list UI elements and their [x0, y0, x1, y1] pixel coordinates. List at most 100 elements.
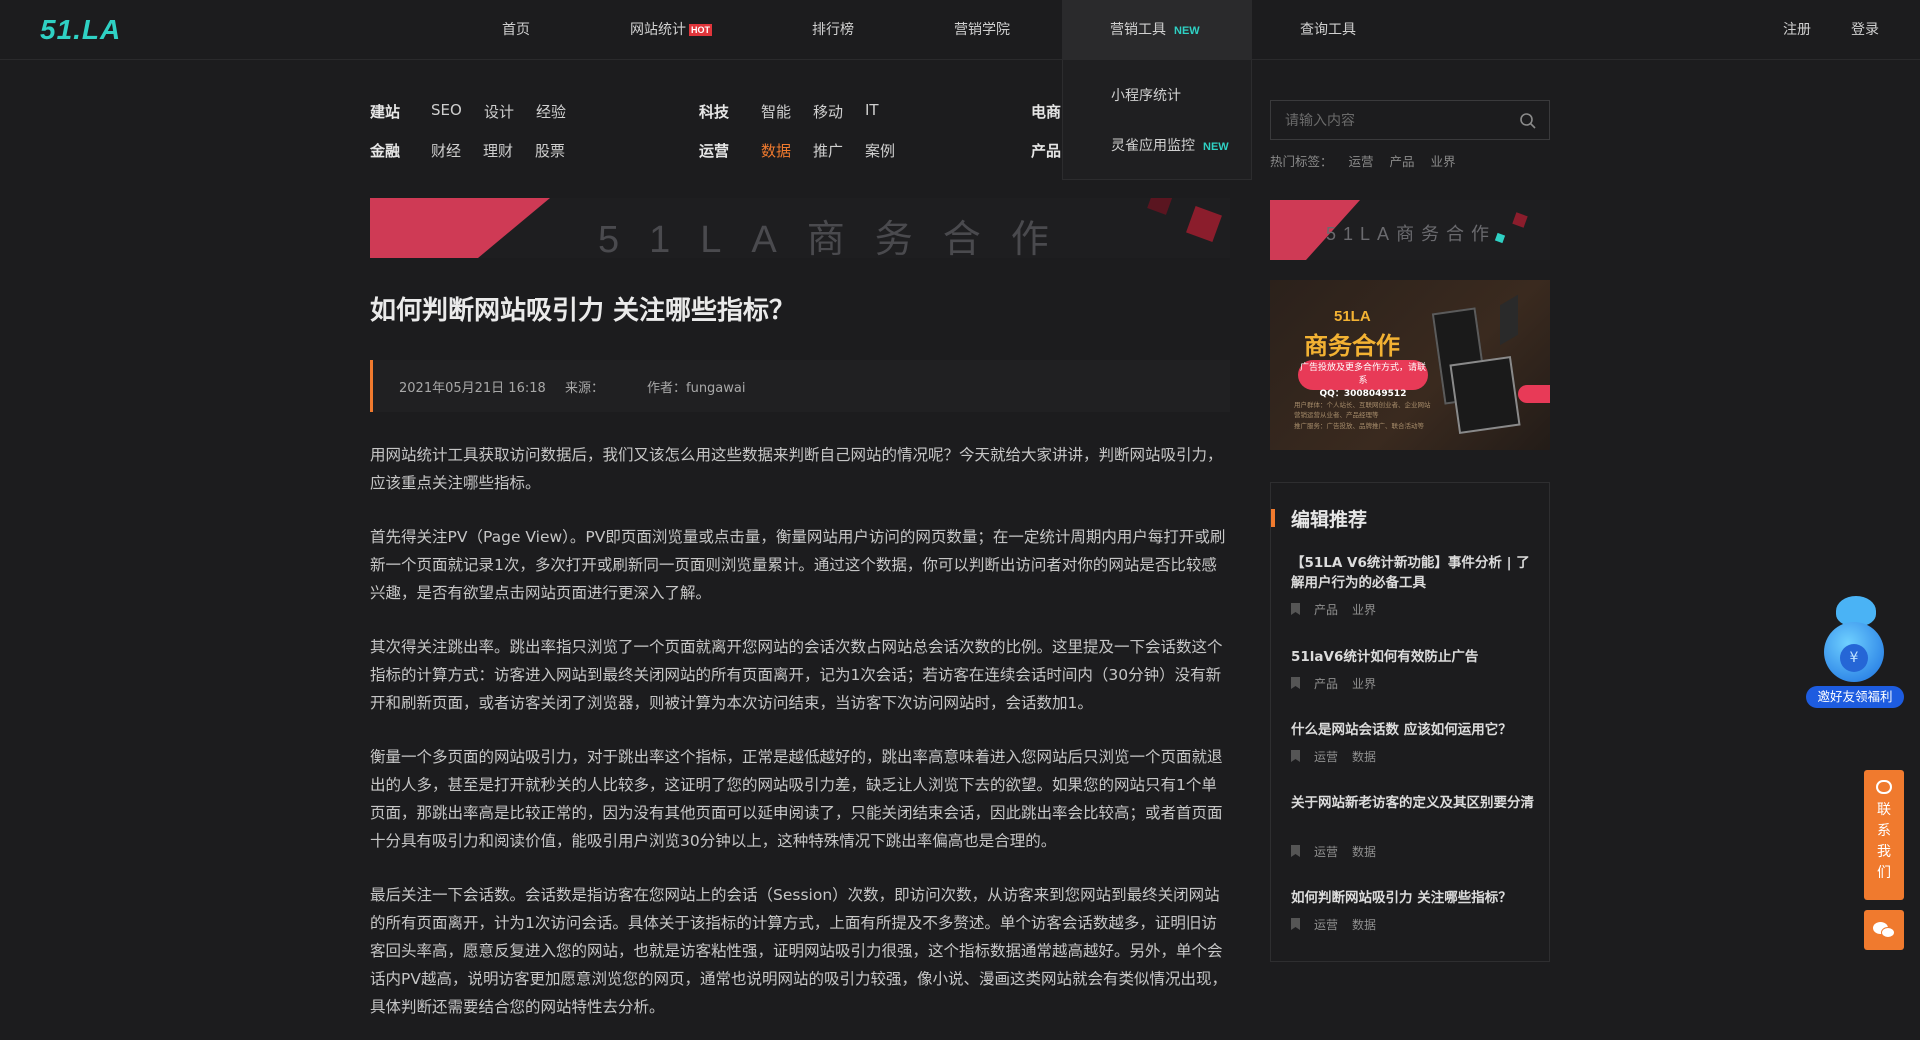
picks-title: 编辑推荐	[1291, 509, 1368, 531]
pick-title[interactable]: 51laV6统计如何有效防止广告	[1291, 647, 1541, 667]
category-item[interactable]: SEO	[431, 101, 462, 119]
category-item[interactable]: 智能	[761, 101, 791, 122]
category-group-label[interactable]: 运营	[699, 140, 729, 161]
ad-headline: 商务合作	[1304, 332, 1400, 360]
pick-tag[interactable]: 业界	[1352, 677, 1376, 691]
pick-tag[interactable]: 数据	[1352, 845, 1376, 859]
ad-decoration	[1500, 294, 1518, 346]
pick-title[interactable]: 关于网站新老访客的定义及其区别要分清	[1291, 793, 1541, 813]
sidebar-business-banner[interactable]: 51LA商务合作	[1270, 200, 1550, 260]
article-paragraph: 衡量一个多页面的网站吸引力，对于跳出率这个指标，正常是越低越好的，跳出率高意味着…	[370, 748, 1223, 850]
hot-tag[interactable]: 业界	[1431, 154, 1456, 169]
category-group-label[interactable]: 金融	[370, 140, 400, 161]
banner-decoration	[1186, 206, 1222, 242]
contact-us-button[interactable]: 联系我们	[1864, 770, 1904, 900]
article-date: 2021年05月21日 16:18	[399, 381, 546, 396]
ad-device-illustration	[1449, 356, 1521, 434]
pick-tags: 运营 数据	[1291, 748, 1390, 765]
category-item[interactable]: 设计	[484, 101, 514, 122]
search-box	[1270, 100, 1550, 140]
sidebar-banner-text: 51LA商务合作	[1326, 224, 1497, 244]
pick-tag[interactable]: 数据	[1352, 918, 1376, 932]
pick-tags: 运营 数据	[1291, 916, 1390, 933]
ad-pill-text: 广告投放及更多合作方式，请联系	[1299, 363, 1426, 386]
category-group-label[interactable]: 电商	[1031, 101, 1061, 122]
pick-tag[interactable]: 产品	[1314, 603, 1338, 617]
category-item[interactable]: IT	[865, 101, 879, 119]
login-link[interactable]: 登录	[1851, 0, 1879, 60]
nav-marketing-tools[interactable]: 营销工具 NEW	[1062, 0, 1252, 60]
dropdown-item-app-monitor[interactable]: 灵雀应用监控 NEW	[1111, 135, 1229, 155]
category-group-label[interactable]: 科技	[699, 101, 729, 122]
category-item[interactable]: 案例	[865, 140, 895, 161]
category-item[interactable]: 经验	[536, 101, 566, 122]
pick-tags: 产品 业界	[1291, 675, 1390, 692]
pick-title[interactable]: 【51LA V6统计新功能】事件分析 | 了解用户行为的必备工具	[1291, 553, 1541, 593]
banner-decoration	[1512, 212, 1528, 228]
contact-us-label: 联系我们	[1877, 802, 1891, 881]
ad-brand: 51LA	[1334, 308, 1371, 325]
pick-tags: 产品 业界	[1291, 601, 1390, 618]
pick-tag[interactable]: 运营	[1314, 918, 1338, 932]
nav-marketing-academy[interactable]: 营销学院	[954, 0, 1010, 60]
new-badge: NEW	[1174, 25, 1200, 37]
wechat-button[interactable]	[1864, 910, 1904, 950]
dropdown-item-miniprogram[interactable]: 小程序统计	[1111, 85, 1181, 105]
coin-icon: ¥	[1840, 644, 1868, 672]
article-author: 作者：fungawai	[647, 381, 746, 396]
pick-tag[interactable]: 运营	[1314, 845, 1338, 859]
site-logo[interactable]: 51.LA	[40, 16, 121, 44]
business-ad[interactable]: 51LA 商务合作 广告投放及更多合作方式，请联系 QQ：3008049512 …	[1270, 280, 1550, 450]
wechat-icon	[1881, 927, 1895, 938]
article-source: 来源：	[565, 381, 605, 396]
category-group-label[interactable]: 产品	[1031, 140, 1061, 161]
register-link[interactable]: 注册	[1783, 0, 1811, 60]
pick-title[interactable]: 如何判断网站吸引力 关注哪些指标？	[1291, 888, 1541, 908]
article-paragraph: 其次得关注跳出率。跳出率指只浏览了一个页面就离开您网站的会话次数占网站总会话次数…	[370, 638, 1223, 712]
article-title: 如何判断网站吸引力 关注哪些指标？	[370, 296, 796, 326]
marketing-tools-dropdown: 小程序统计 灵雀应用监控 NEW	[1062, 60, 1252, 180]
pick-tag[interactable]: 数据	[1352, 750, 1376, 764]
tag-flag-icon	[1291, 918, 1300, 930]
nav-ranking[interactable]: 排行榜	[812, 0, 854, 60]
ad-note: 推广服务：广告投放、品牌推广、联合活动等	[1294, 422, 1424, 430]
banner-stripe	[370, 198, 550, 258]
search-input[interactable]	[1285, 111, 1505, 131]
ad-decoration	[1518, 385, 1550, 403]
editor-picks: 编辑推荐 【51LA V6统计新功能】事件分析 | 了解用户行为的必备工具 产品…	[1270, 482, 1550, 962]
category-item[interactable]: 财经	[431, 140, 461, 161]
hot-tags: 热门标签： 运营 产品 业界	[1270, 151, 1472, 170]
hot-tag[interactable]: 运营	[1349, 154, 1374, 169]
pick-title[interactable]: 什么是网站会话数 应该如何运用它？	[1291, 720, 1541, 740]
category-item-active[interactable]: 数据	[761, 140, 791, 161]
tag-flag-icon	[1291, 603, 1300, 615]
pick-tag[interactable]: 业界	[1352, 603, 1376, 617]
search-icon[interactable]	[1519, 112, 1537, 130]
pick-tag[interactable]: 运营	[1314, 750, 1338, 764]
category-item[interactable]: 移动	[813, 101, 843, 122]
category-item[interactable]: 理财	[483, 140, 513, 161]
nav-query-tools[interactable]: 查询工具	[1300, 0, 1356, 60]
site-header: 51.LA 首页 网站统计 HOT 排行榜 营销学院 营销工具 NEW 查询工具 注…	[0, 0, 1920, 60]
hot-tag[interactable]: 产品	[1390, 154, 1415, 169]
article-meta: 2021年05月21日 16:18 来源： 作者：fungawai	[370, 360, 1230, 412]
category-item[interactable]: 推广	[813, 140, 843, 161]
tag-flag-icon	[1291, 845, 1300, 857]
nav-home[interactable]: 首页	[502, 0, 530, 60]
new-badge: NEW	[1203, 141, 1229, 153]
banner-decoration	[1494, 232, 1506, 244]
article-paragraph: 首先得关注PV（Page View）。PV即页面浏览量或点击量，衡量网站用户访问…	[370, 528, 1226, 602]
business-banner[interactable]: 51LA商务合作	[370, 198, 1230, 258]
pick-tags: 运营 数据	[1291, 843, 1390, 860]
category-item[interactable]: 股票	[535, 140, 565, 161]
nav-site-stats[interactable]: 网站统计 HOT	[630, 0, 712, 60]
picks-accent-bar	[1271, 509, 1275, 527]
tag-flag-icon	[1291, 677, 1300, 689]
banner-decoration	[1147, 198, 1173, 215]
article-paragraph: 最后关注一下会话数。会话数是指访客在您网站上的会话（Session）次数，即访问…	[370, 886, 1227, 1016]
hot-badge: HOT	[689, 24, 712, 36]
invite-reward-widget[interactable]: ¥ 邀好友领福利	[1806, 596, 1904, 710]
category-group-label[interactable]: 建站	[370, 101, 400, 122]
article-paragraph: 用网站统计工具获取访问数据后，我们又该怎么用这些数据来判断自己网站的情况呢？今天…	[370, 446, 1223, 492]
pick-tag[interactable]: 产品	[1314, 677, 1338, 691]
